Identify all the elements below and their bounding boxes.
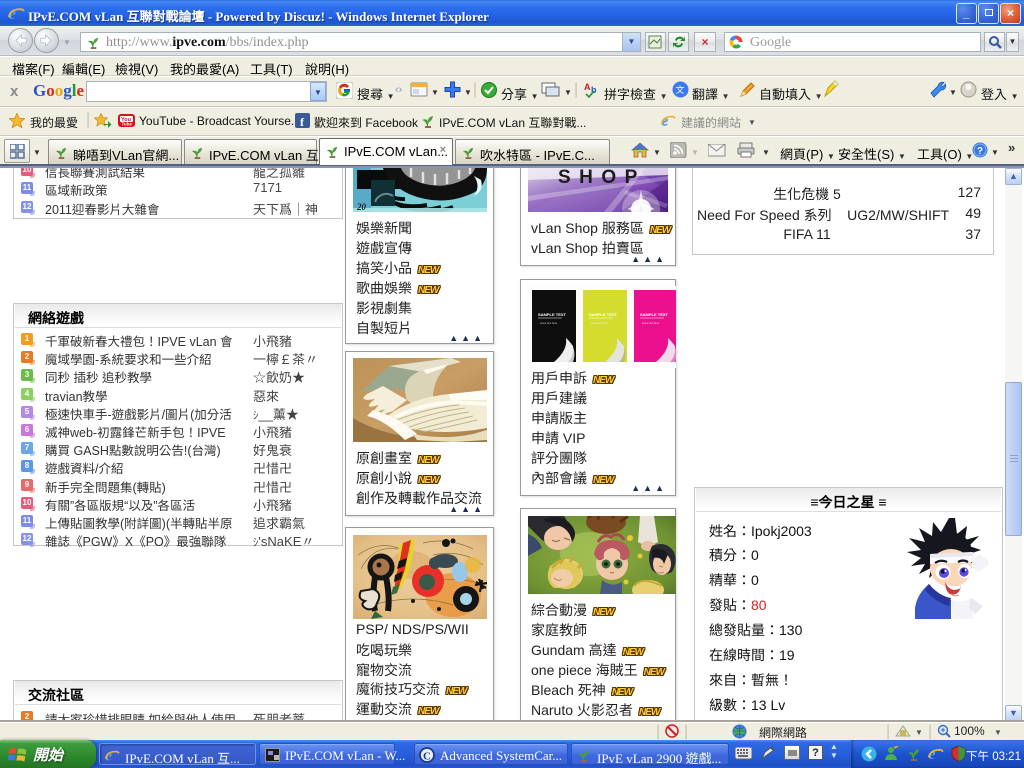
svg-text:C: C bbox=[423, 751, 431, 763]
svg-text:some text here: some text here bbox=[591, 321, 609, 325]
svg-text:SAMPLE TEXT: SAMPLE TEXT bbox=[538, 312, 567, 317]
svg-text:SAMPLE TEXT: SAMPLE TEXT bbox=[640, 312, 669, 317]
svg-text:20: 20 bbox=[356, 202, 367, 212]
svg-text:some text here: some text here bbox=[540, 321, 558, 325]
svg-text:文: 文 bbox=[676, 83, 685, 96]
svg-text:?: ? bbox=[977, 146, 983, 157]
svg-text:Tube: Tube bbox=[122, 122, 133, 127]
svg-text:A: A bbox=[584, 82, 591, 92]
svg-text:SAMPLE TEXT: SAMPLE TEXT bbox=[589, 312, 618, 317]
svg-text:SHOP: SHOP bbox=[558, 168, 646, 188]
svg-text:some text here: some text here bbox=[642, 321, 660, 325]
